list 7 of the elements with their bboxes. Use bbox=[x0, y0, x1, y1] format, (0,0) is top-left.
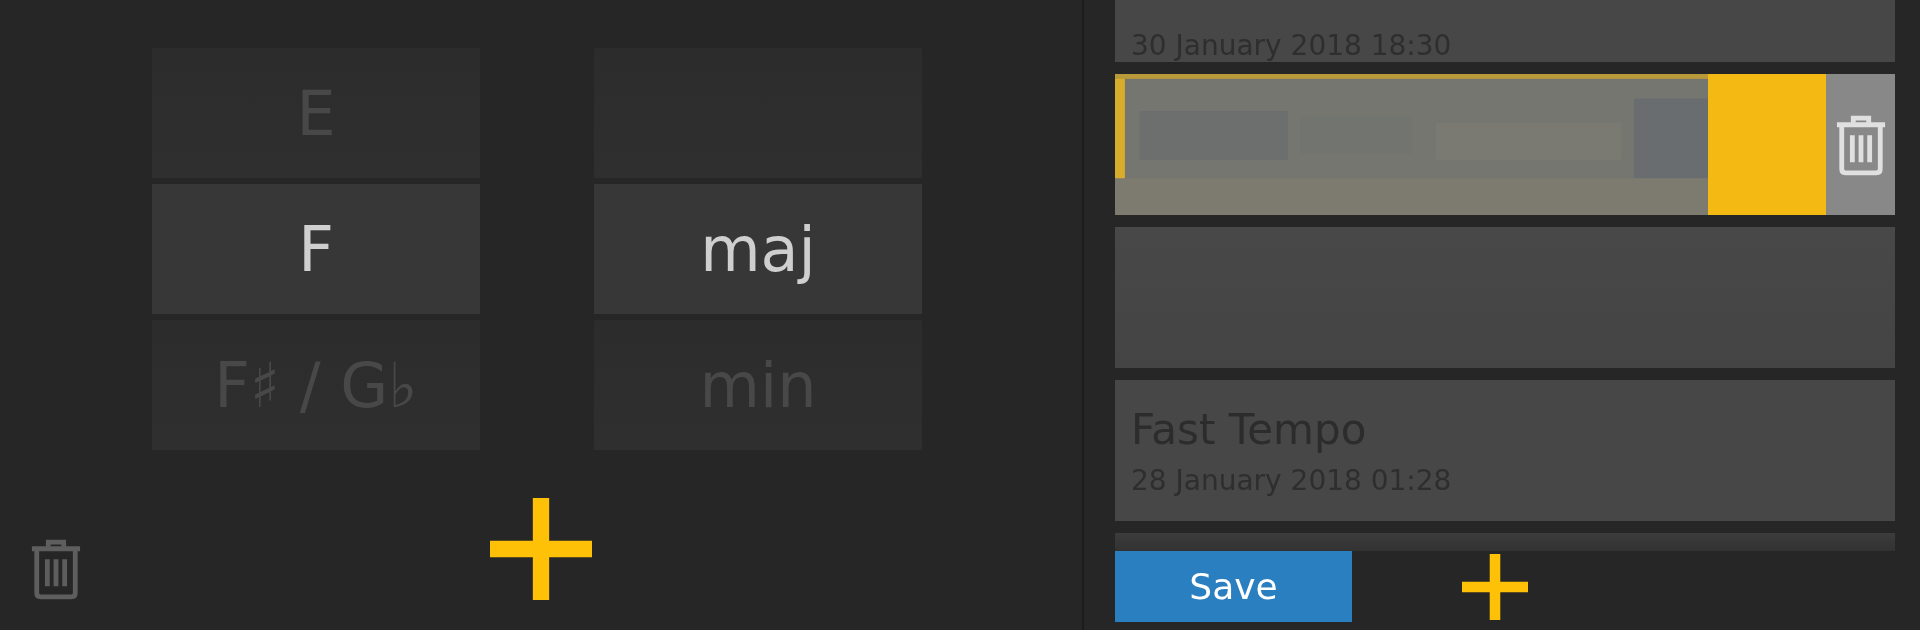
trash-icon[interactable] bbox=[30, 538, 82, 600]
save-button[interactable]: Save bbox=[1115, 551, 1352, 622]
delete-button[interactable] bbox=[1826, 74, 1895, 215]
add-icon[interactable] bbox=[490, 498, 592, 600]
key-option[interactable]: F bbox=[152, 184, 480, 314]
quality-option[interactable]: maj bbox=[594, 184, 922, 314]
add-icon[interactable] bbox=[1460, 553, 1530, 620]
